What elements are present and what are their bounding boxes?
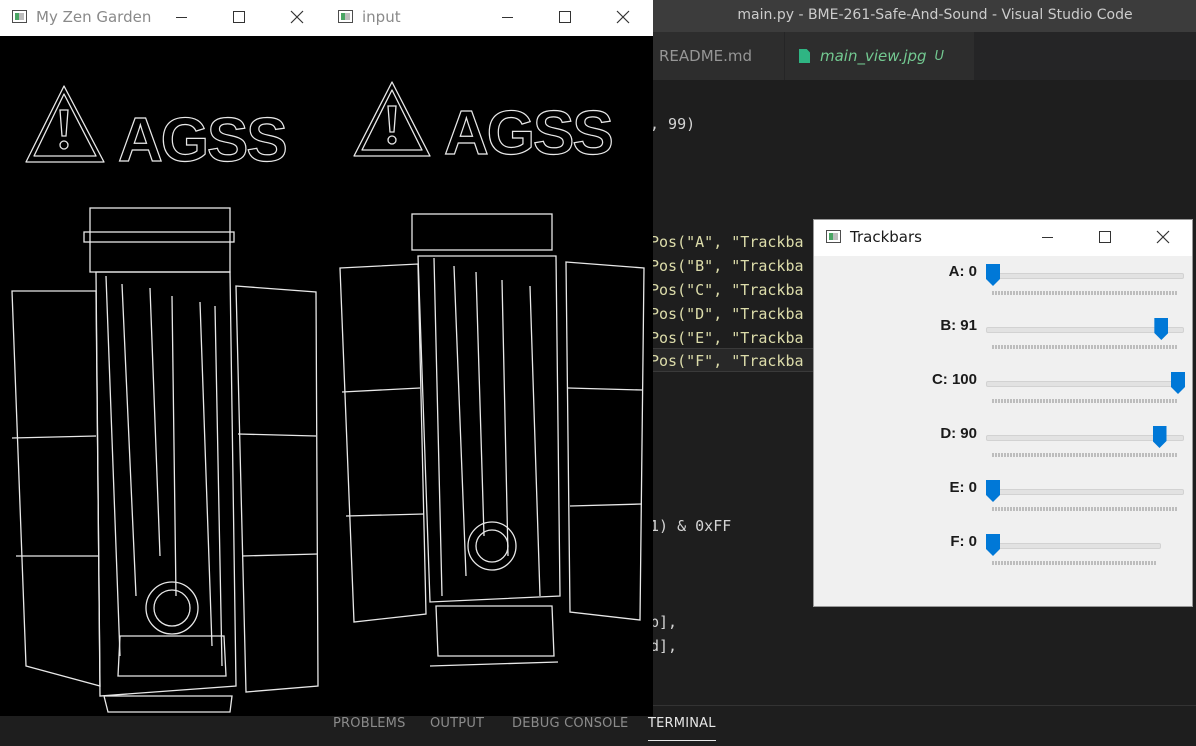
code-line: d], (650, 637, 678, 655)
trackbar-track[interactable] (986, 327, 1184, 333)
code-line: p], (650, 613, 678, 631)
trackbar-ticks (992, 507, 1178, 511)
close-button[interactable] (1134, 220, 1192, 254)
trackbar-label: A: 0 (948, 263, 977, 280)
trackbar-ticks (992, 291, 1178, 295)
maximize-button[interactable] (1076, 220, 1134, 254)
trackbar-thumb[interactable] (1171, 372, 1185, 394)
window-title: My Zen Garden (36, 8, 152, 26)
vscode-window-title: main.py - BME-261-Safe-And-Sound - Visua… (737, 7, 1133, 23)
panel-tab-problems[interactable]: PROBLEMS (333, 716, 406, 731)
tab-label: README.md (659, 47, 753, 65)
window-app-icon (826, 230, 841, 243)
trackbar-ticks (992, 345, 1178, 349)
trackbar-f: F: 0 (814, 528, 1194, 582)
trackbar-thumb[interactable] (986, 480, 1000, 502)
trackbar-label: C: 100 (931, 371, 977, 388)
trackbar-label: E: 0 (949, 479, 977, 496)
trackbar-track[interactable] (986, 543, 1161, 549)
code-line: Pos("E", "Trackba (650, 329, 804, 347)
close-icon (290, 10, 304, 24)
trackbar-label: B: 91 (940, 317, 977, 334)
window-titlebar[interactable]: Trackbars (814, 220, 1192, 256)
window-title: Trackbars (850, 228, 922, 246)
trackbar-thumb[interactable] (986, 534, 1000, 556)
panel-tab-terminal[interactable]: TERMINAL (648, 716, 716, 741)
trackbar-track[interactable] (986, 273, 1184, 279)
trackbar-track[interactable] (986, 381, 1184, 387)
zen-sign-text: AGSS (118, 106, 286, 175)
code-line: Pos("B", "Trackba (650, 257, 804, 275)
minimize-button[interactable] (478, 0, 536, 34)
close-button[interactable] (594, 0, 652, 34)
trackbar-thumb[interactable] (986, 264, 1000, 286)
edge-image-canvas: AGSS (326, 36, 653, 716)
trackbar-ticks (992, 399, 1178, 403)
input-sign-text: AGSS (444, 99, 612, 168)
trackbar-c: C: 100 (814, 366, 1194, 420)
window-app-icon (12, 10, 27, 23)
window-app-icon (338, 10, 353, 23)
tab-readme[interactable]: README.md (645, 32, 785, 80)
input-window[interactable]: input AGSS (326, 0, 653, 716)
close-icon (616, 10, 630, 24)
code-line: Pos("A", "Trackba (650, 233, 804, 251)
minimize-button[interactable] (1018, 220, 1076, 254)
trackbar-d: D: 90 (814, 420, 1194, 474)
close-icon (1156, 230, 1170, 244)
edge-image: AGSS (339, 81, 645, 667)
untracked-badge: U (934, 48, 945, 64)
trackbar-ticks (992, 561, 1156, 565)
trackbar-e: E: 0 (814, 474, 1194, 528)
zen-garden-window[interactable]: My Zen Garden AGSS (0, 0, 326, 716)
code-line: 1) & 0xFF (650, 517, 732, 535)
trackbars-window[interactable]: Trackbars A: 0 B: 91 C: 100 D: 90 E: 0 F… (813, 219, 1193, 607)
code-line: Pos("D", "Trackba (650, 305, 804, 323)
maximize-button[interactable] (210, 0, 268, 34)
trackbar-ticks (992, 453, 1178, 457)
tab-label: main_view.jpg (820, 47, 927, 65)
trackbar-thumb[interactable] (1154, 318, 1169, 340)
trackbar-label: D: 90 (940, 425, 977, 442)
trackbar-b: B: 91 (814, 312, 1194, 366)
trackbar-a: A: 0 (814, 258, 1194, 312)
window-title: input (362, 8, 401, 26)
window-titlebar[interactable]: input (326, 0, 653, 36)
close-button[interactable] (268, 0, 326, 34)
tab-main-view-jpg[interactable]: main_view.jpg U (785, 32, 975, 80)
code-line: , 99) (650, 115, 696, 133)
trackbar-label: F: 0 (950, 533, 977, 550)
edge-image-canvas: AGSS (0, 36, 326, 716)
trackbar-track[interactable] (986, 489, 1184, 495)
window-titlebar[interactable]: My Zen Garden (0, 0, 326, 36)
edge-image: AGSS (11, 85, 319, 713)
image-file-icon (799, 49, 810, 63)
minimize-button[interactable] (152, 0, 210, 34)
trackbar-thumb[interactable] (1152, 426, 1167, 448)
code-line-current: Pos("F", "Trackba (650, 348, 820, 372)
panel-tab-output[interactable]: OUTPUT (430, 716, 484, 731)
code-line: Pos("C", "Trackba (650, 281, 804, 299)
panel-tab-debug-console[interactable]: DEBUG CONSOLE (512, 716, 628, 731)
maximize-button[interactable] (536, 0, 594, 34)
